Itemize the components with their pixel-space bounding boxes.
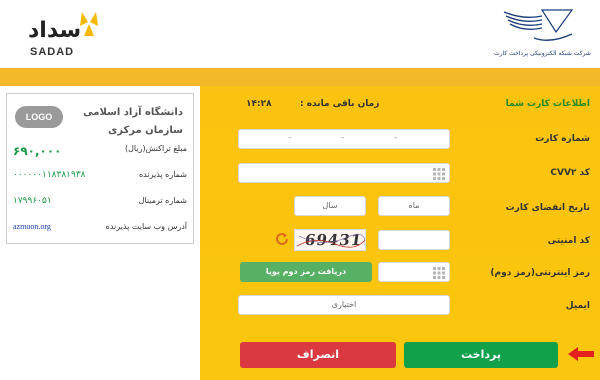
panel-top-strip <box>0 68 600 86</box>
pin2-input[interactable] <box>378 262 450 282</box>
month-placeholder: ماه <box>408 201 420 210</box>
cvv2-label: کد CVV۲ <box>550 168 590 178</box>
refresh-icon[interactable] <box>274 231 290 247</box>
sadad-logo-fa: سداد <box>28 18 82 43</box>
shaparak-logo: شرکت شبکه الکترونیکی پرداخت کارت <box>494 6 591 62</box>
card-number-separator: - <box>288 133 292 143</box>
sadad-logo: سداد SADAD <box>26 8 106 60</box>
merchant-logo: LOGO <box>15 106 63 128</box>
shaparak-mark-icon <box>503 9 574 41</box>
cvv2-input[interactable] <box>238 163 450 183</box>
merchant-info-card: LOGO دانشگاه آزاد اسلامی سازمان مرکزی مب… <box>6 93 194 244</box>
sadad-mark-icon <box>80 12 98 36</box>
pay-button[interactable]: پرداخت <box>404 342 558 368</box>
amount-label: مبلغ تراکنش(ریال) <box>124 144 187 153</box>
captcha-noise <box>296 234 365 248</box>
captcha-image: 69431 <box>294 229 366 251</box>
card-number-separator: - <box>394 133 398 143</box>
website-value[interactable]: azmoon.org <box>13 222 51 231</box>
website-label: آدرس وب سایت پذیرنده <box>105 222 187 231</box>
terminal-label: شماره ترمینال <box>138 196 187 205</box>
amount-value: ۶۹۰,۰۰۰ <box>13 144 62 158</box>
page-header: سداد SADAD شرکت شبکه الکترونیکی پرداخت ک… <box>0 0 600 68</box>
card-number-input[interactable]: - - - <box>238 129 450 149</box>
expiry-year-input[interactable]: سال <box>294 196 366 216</box>
terminal-value: ۱۷۹۹۶۰۵۱ <box>13 196 52 206</box>
timer-value: ۱۴:۲۸ <box>246 99 272 109</box>
terminal-id-label: شماره پذیرنده <box>138 170 187 179</box>
keypad-icon[interactable] <box>433 267 445 279</box>
card-number-separator: - <box>341 133 345 143</box>
email-input[interactable]: اختیاری <box>238 295 450 315</box>
timer-label: زمان باقی مانده : <box>300 99 380 109</box>
expiry-month-input[interactable]: ماه <box>378 196 450 216</box>
year-placeholder: سال <box>322 201 338 210</box>
pin2-label: رمز اینترنتی(رمز دوم) <box>490 268 590 278</box>
arrow-left-icon <box>568 347 594 361</box>
merchant-name: دانشگاه آزاد اسلامی سازمان مرکزی <box>83 107 183 136</box>
email-placeholder: اختیاری <box>331 300 357 309</box>
terminal-id-value: ۰۰۰۰۰۰۱۱۸۳۸۱۹۳۸ <box>13 170 86 180</box>
sadad-logo-en: SADAD <box>30 46 75 58</box>
expiry-label: تاریخ انقضای کارت <box>505 203 590 213</box>
keypad-icon[interactable] <box>433 168 445 180</box>
shaparak-tagline: شرکت شبکه الکترونیکی پرداخت کارت <box>494 50 591 57</box>
email-label: ایمیل <box>565 301 590 311</box>
security-code-input[interactable] <box>378 230 450 250</box>
card-info-title: اطلاعات کارت شما <box>505 99 590 109</box>
security-code-label: کد امنیتی <box>547 236 590 246</box>
cancel-button[interactable]: انصراف <box>240 342 396 368</box>
card-number-label: شماره کارت <box>535 134 590 144</box>
dynamic-pin-button[interactable]: دریافت رمز دوم پویا <box>240 262 372 282</box>
